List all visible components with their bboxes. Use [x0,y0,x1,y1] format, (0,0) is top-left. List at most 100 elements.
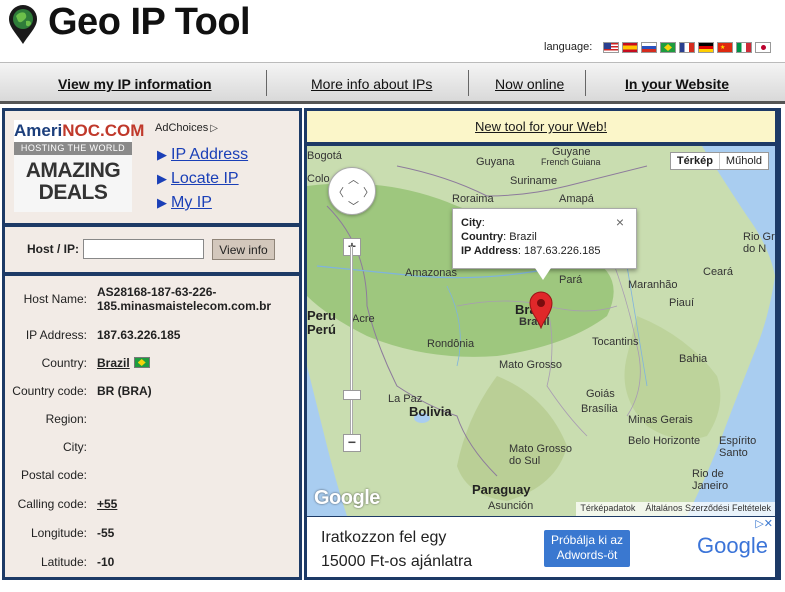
longitude-label: Longitude: [30,526,87,540]
map-label-minas-gerais: Minas Gerais [628,414,693,426]
host-name-value-cont: 185.minasmaistelecom.com.br [97,299,272,313]
zoom-slider-track[interactable] [350,246,353,442]
play-arrow-icon: ▶ [157,147,167,162]
play-arrow-icon: ▶ [157,171,167,186]
ad-link-label: Locate IP [171,170,239,187]
pan-down-icon[interactable]: ﹀ [348,198,359,214]
page: Geo IP Tool language: ★ View my IP infor… [0,0,785,592]
site-title: Geo IP Tool [48,1,251,43]
map-label-mato-grosso: Mato Grosso [499,359,562,371]
new-tool-link[interactable]: New tool for your Web! [307,111,775,142]
map-label-paraguay: Paraguay [472,482,531,497]
amerinoc-logo: AmeriNOC.COM [14,120,144,142]
host-ip-input[interactable] [83,239,204,259]
map-label-peru: Peru [307,308,336,323]
language-flags: ★ [603,42,771,53]
nav-now-online[interactable]: Now online [495,76,564,92]
amerinoc-brand-suffix: NOC.COM [62,121,145,140]
right-column: New tool for your Web! Bogotá Colo Guyan… [304,108,781,580]
zoom-out-button[interactable]: − [343,434,361,452]
ip-address-value: 187.63.226.185 [97,328,181,342]
map-footer: Térképadatok Általános Szerződési Feltét… [576,502,775,516]
nav-more-info[interactable]: More info about IPs [311,76,432,92]
map-info-window: City: Country: Brazil IP Address: 187.63… [452,208,637,280]
adwords-line-1: Iratkozzon fel egy [321,529,447,546]
latitude-value: -10 [97,555,115,569]
adchoices-label[interactable]: AdChoices ▷ [155,122,218,134]
map-label-para: Pará [559,274,583,286]
calling-code-label: Calling code: [17,497,87,511]
iw-ip-row: IP Address: 187.63.226.185 [461,244,628,258]
flag-de-icon[interactable] [698,42,714,53]
host-name-label: Host Name: [23,292,87,306]
map-marker-icon[interactable] [529,291,553,329]
ad-link-label: IP Address [171,146,249,163]
calling-code-value[interactable]: +55 [97,497,117,511]
nav-view-my-ip[interactable]: View my IP information [58,76,212,92]
nav-in-your-website[interactable]: In your Website [625,76,729,92]
map-label-amapa: Amapá [559,193,594,205]
adchoices-text: AdChoices [155,122,209,134]
map-label-asuncion: Asunción [488,500,534,512]
map-label-mato-grosso-do-sul: Mato Grosso do Sul [509,443,572,467]
iw-city-row: City: [461,216,628,230]
map-type-toggle: Térkép Műhold [669,152,769,170]
amerinoc-ad-banner[interactable]: AmeriNOC.COM HOSTING THE WORLD AMAZING D… [14,120,144,212]
adwords-banner[interactable]: Iratkozzon fel egy 15000 Ft-os ajánlatra… [307,517,775,577]
postal-code-label: Postal code: [20,468,87,482]
flag-ru-icon[interactable] [641,42,657,53]
ad-link-locate-ip[interactable]: ▶ Locate IP [157,170,239,188]
search-panel: Host / IP: View info [5,227,299,272]
map-label-suriname: Suriname [510,175,558,187]
play-arrow-icon: ▶ [157,195,167,210]
close-icon[interactable]: × [616,214,624,230]
map-label-bahia: Bahia [679,353,708,365]
iw-country-row: Country: Brazil [461,230,628,244]
flag-fr-icon[interactable] [679,42,695,53]
map-pan-control[interactable]: ︿ ﹀ 〈 〉 [328,167,376,215]
ip-info-panel: Host Name: AS28168-187-63-226- 185.minas… [5,276,299,577]
pan-up-icon[interactable]: ︿ [348,171,359,187]
pan-right-icon[interactable]: 〉 [363,184,374,200]
map-label-french-guiana: French Guiana [541,157,601,167]
flag-jp-icon[interactable] [755,42,771,53]
ad-choices-close-icon[interactable]: ▷✕ [755,517,773,530]
deal-line-2: DEALS [38,181,108,204]
map-label-maranhao: Maranhão [628,279,678,291]
adwords-text: Iratkozzon fel egy 15000 Ft-os ajánlatra [321,526,472,574]
ad-link-my-ip[interactable]: ▶ My IP [157,194,212,212]
map-label-roraima: Roraima [452,193,494,205]
ad-panel: AmeriNOC.COM HOSTING THE WORLD AMAZING D… [5,111,299,223]
flag-cn-icon[interactable]: ★ [717,42,733,53]
map-type-map-button[interactable]: Térkép [671,153,720,169]
pan-left-icon[interactable]: 〈 [333,184,344,200]
view-info-button[interactable]: View info [212,239,275,260]
google-map-logo: Google [314,487,380,509]
map-label-brasilia: Brasília [581,403,618,415]
zoom-slider-thumb[interactable] [343,390,361,400]
country-link[interactable]: Brazil [97,356,130,370]
map-label-tocantins: Tocantins [592,336,639,348]
iw-ip-value: : 187.63.226.185 [517,245,601,257]
map-terms-link[interactable]: Általános Szerződési Feltételek [645,503,771,515]
host-name-value: AS28168-187-63-226- [97,285,217,299]
flag-us-icon[interactable] [603,42,619,53]
google-logo: Google [697,533,768,559]
adwords-try-button[interactable]: Próbálja ki az Adwords-öt [544,530,630,567]
flag-es-icon[interactable] [622,42,638,53]
amerinoc-tagline: HOSTING THE WORLD [14,142,132,155]
left-column: AmeriNOC.COM HOSTING THE WORLD AMAZING D… [2,108,302,580]
map-data-link[interactable]: Térképadatok [580,503,635,515]
ad-link-ip-address[interactable]: ▶ IP Address [157,146,248,164]
google-map[interactable]: Bogotá Colo Guyana Guyane French Guiana … [307,146,775,516]
country-label: Country: [41,356,87,370]
map-label-espirito-santo: Espírito Santo [719,435,757,459]
map-type-satellite-button[interactable]: Műhold [720,153,768,169]
map-label-acre: Acre [352,313,375,325]
host-ip-label: Host / IP: [27,242,80,256]
flag-it-icon[interactable] [736,42,752,53]
city-label: City: [63,440,87,454]
nav-divider [266,70,267,96]
brazil-flag-icon [133,357,150,368]
flag-br-icon[interactable] [660,42,676,53]
